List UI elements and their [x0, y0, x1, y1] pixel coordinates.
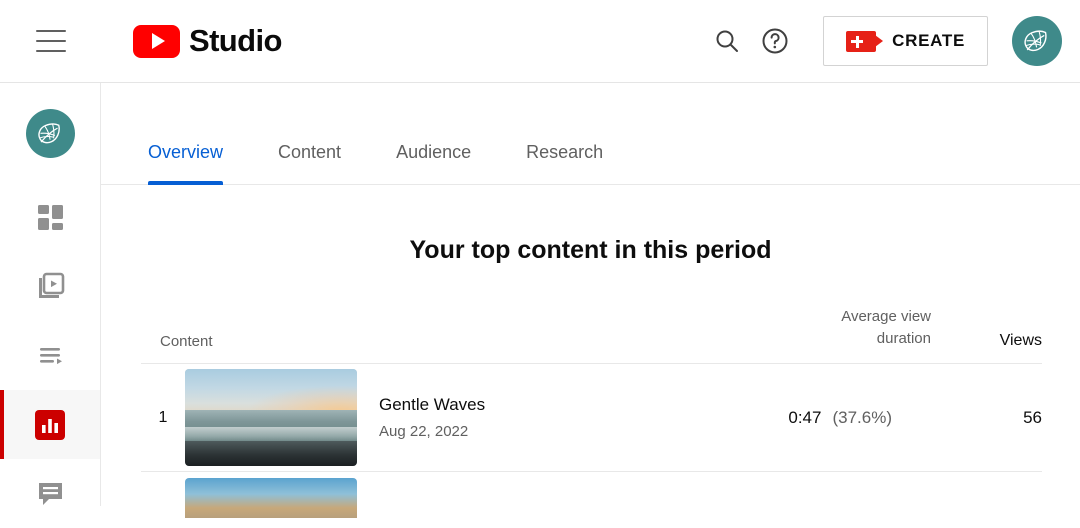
analytics-tabs: Overview Content Audience Research: [101, 83, 1080, 185]
avd-header-line1: Average view: [841, 308, 931, 325]
avd-header-line2: duration: [876, 330, 931, 347]
sidebar-item-content[interactable]: [0, 252, 100, 321]
hamburger-line: [36, 30, 66, 32]
main-content: Overview Content Audience Research Your …: [101, 83, 1080, 518]
video-camera-plus-icon: [846, 30, 884, 52]
row-avg-view-duration: 0:47 (37.6%): [788, 408, 892, 428]
thumbnail-sand: [185, 440, 357, 466]
page-title: Your top content in this period: [409, 236, 772, 264]
active-indicator-bar: [0, 390, 4, 459]
search-icon[interactable]: [703, 17, 751, 65]
left-sidebar: [0, 83, 101, 506]
row-views-value: 56: [1023, 407, 1042, 427]
tab-audience[interactable]: Audience: [396, 142, 471, 184]
video-date: Aug 22, 2022: [379, 423, 469, 440]
top-content-table: Content Average view duration Views 1 Ge…: [141, 306, 1042, 518]
column-header-avg-view-duration: Average view duration: [701, 306, 931, 350]
video-thumbnail-partial[interactable]: [185, 478, 357, 518]
header-actions: CREATE: [703, 16, 1062, 66]
brand-label: Studio: [189, 23, 282, 58]
create-button[interactable]: CREATE: [823, 16, 988, 66]
create-button-label: CREATE: [892, 31, 965, 50]
column-header-views: Views: [999, 332, 1042, 349]
tab-overview[interactable]: Overview: [148, 142, 224, 185]
sidebar-item-playlists[interactable]: [0, 321, 100, 390]
top-header: Studio CREATE: [0, 0, 1080, 83]
hamburger-line: [36, 50, 66, 52]
channel-avatar-leaf-icon[interactable]: [1012, 16, 1062, 66]
sidebar-item-comments[interactable]: [0, 459, 100, 528]
hamburger-line: [36, 40, 66, 42]
table-row[interactable]: 1 Gentle Waves Aug 22, 2022 0:47 (37.6%)…: [141, 364, 1042, 472]
column-header-content: Content: [160, 333, 213, 350]
dashboard-grid-icon: [37, 205, 63, 230]
studio-brand[interactable]: Studio: [133, 23, 282, 59]
sidebar-item-analytics[interactable]: [0, 390, 100, 459]
video-title[interactable]: Gentle Waves: [379, 395, 485, 415]
video-info: Gentle Waves Aug 22, 2022: [379, 395, 485, 440]
row-rank: 1: [158, 408, 168, 426]
table-row-partial[interactable]: [141, 472, 1042, 518]
playlist-lines-play-icon: [39, 348, 62, 365]
avg-view-percentage-value: (37.6%): [832, 407, 892, 427]
help-question-icon[interactable]: [751, 17, 799, 65]
video-stack-play-icon: [38, 272, 64, 298]
analytics-bar-chart-icon: [35, 409, 65, 440]
comments-speech-bubble-icon: [38, 483, 62, 505]
channel-avatar-leaf-icon[interactable]: [25, 108, 75, 158]
tab-research[interactable]: Research: [526, 142, 603, 184]
avg-view-duration-value: 0:47: [788, 407, 822, 427]
video-thumbnail[interactable]: [185, 369, 357, 466]
sidebar-avatar-container: [0, 83, 100, 183]
play-triangle: [152, 33, 165, 49]
table-header-row: Content Average view duration Views: [141, 306, 1042, 364]
sidebar-item-dashboard[interactable]: [0, 183, 100, 252]
camera-tail: [875, 34, 884, 47]
tab-content[interactable]: Content: [278, 142, 341, 184]
youtube-play-logo-icon: [133, 24, 180, 58]
hamburger-menu-icon[interactable]: [36, 30, 66, 52]
